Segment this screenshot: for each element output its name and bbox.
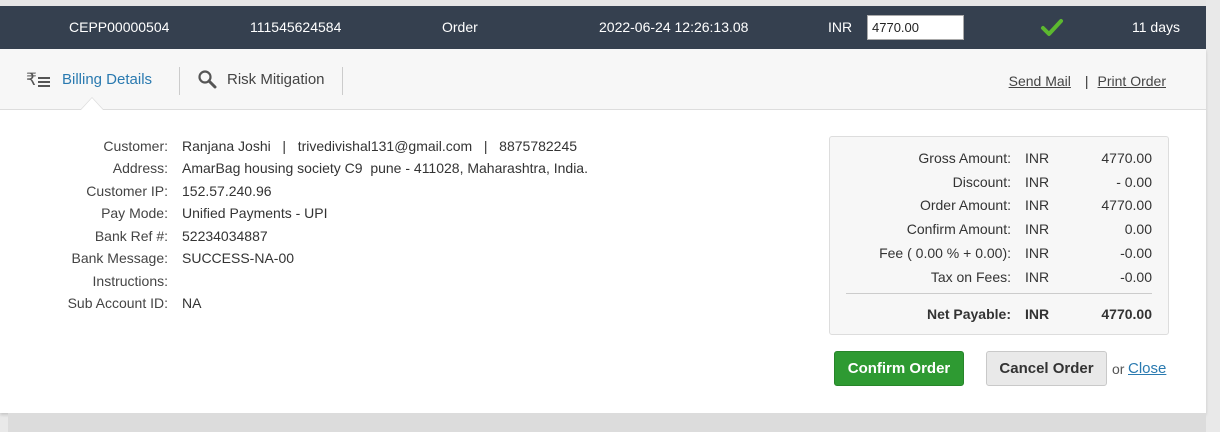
order-id: CEPP00000504 (69, 19, 170, 35)
detail-value: AmarBag housing society C9 pune - 411028… (182, 160, 588, 176)
tab-bar: ₹ Billing Details Risk Mitigation Send M… (0, 49, 1206, 110)
summary-row-tax: Tax on Fees: INR -0.00 (830, 269, 1170, 289)
links-separator: | (1084, 73, 1089, 89)
cancel-order-button[interactable]: Cancel Order (986, 351, 1107, 386)
summary-currency: INR (1025, 221, 1050, 237)
summary-value: - 0.00 (1116, 174, 1152, 190)
detail-value: 152.57.240.96 (182, 183, 272, 199)
detail-value: 52234034887 (182, 228, 268, 244)
summary-value: -0.00 (1120, 269, 1152, 285)
summary-label: Confirm Amount: (906, 221, 1011, 237)
summary-label: Gross Amount: (918, 150, 1011, 166)
summary-currency: INR (1025, 174, 1050, 190)
check-icon (1040, 18, 1064, 38)
tab-billing-label: Billing Details (62, 70, 153, 88)
detail-label: Pay Mode: (101, 205, 168, 221)
tab-divider (179, 67, 180, 95)
net-payable-currency: INR (1025, 306, 1050, 322)
summary-currency: INR (1025, 197, 1050, 213)
amount-input[interactable] (867, 15, 964, 40)
close-link[interactable]: Close (1128, 360, 1166, 377)
summary-row-gross: Gross Amount: INR 4770.00 (830, 150, 1170, 170)
detail-label: Instructions: (92, 273, 168, 289)
net-payable-value: 4770.00 (1101, 306, 1152, 322)
summary-currency: INR (1025, 269, 1050, 285)
summary-value: 4770.00 (1101, 197, 1152, 213)
order-details-panel: ₹ Billing Details Risk Mitigation Send M… (0, 49, 1206, 413)
print-order-link[interactable]: Print Order (1098, 73, 1166, 89)
summary-value: 4770.00 (1101, 150, 1152, 166)
order-datetime: 2022-06-24 12:26:13.08 (599, 19, 749, 35)
summary-row-confirm-amount: Confirm Amount: INR 0.00 (830, 221, 1170, 241)
detail-value: SUCCESS-NA-00 (182, 250, 295, 266)
detail-label: Sub Account ID: (67, 295, 168, 311)
panel-links: Send Mail | Print Order (1009, 73, 1166, 89)
next-row-edge (8, 413, 1206, 432)
order-type: Order (442, 19, 478, 35)
summary-row-net-payable: Net Payable: INR 4770.00 (830, 306, 1170, 326)
active-tab-pointer-fill (81, 98, 103, 110)
detail-label: Address: (112, 160, 168, 176)
tab-risk-mitigation[interactable]: Risk Mitigation (197, 49, 325, 109)
summary-currency: INR (1025, 245, 1050, 261)
rupee-list-icon: ₹ (26, 69, 52, 89)
send-mail-link[interactable]: Send Mail (1009, 73, 1071, 89)
detail-label: Bank Message: (71, 250, 169, 266)
summary-label: Order Amount: (919, 197, 1011, 213)
summary-row-fee: Fee ( 0.00 % + 0.00): INR -0.00 (830, 245, 1170, 265)
order-reference: 111545624584 (250, 19, 342, 35)
summary-currency: INR (1025, 150, 1050, 166)
order-currency: INR (828, 19, 853, 35)
net-payable-label: Net Payable: (926, 306, 1011, 322)
detail-value: NA (182, 295, 202, 311)
summary-label: Discount: (952, 174, 1011, 190)
order-row[interactable]: CEPP00000504 111545624584 Order 2022-06-… (0, 6, 1206, 49)
search-icon (197, 69, 217, 89)
tab-risk-label: Risk Mitigation (227, 70, 325, 88)
confirm-order-button[interactable]: Confirm Order (834, 351, 964, 386)
summary-label: Tax on Fees: (930, 269, 1011, 285)
summary-value: -0.00 (1120, 245, 1152, 261)
detail-label: Customer: (103, 138, 168, 154)
order-age: 11 days (1132, 19, 1180, 35)
summary-divider (846, 293, 1152, 294)
summary-row-order-amount: Order Amount: INR 4770.00 (830, 197, 1170, 217)
detail-value: Unified Payments - UPI (182, 205, 328, 221)
svg-text:₹: ₹ (26, 70, 37, 89)
tab-divider (342, 67, 343, 95)
detail-label: Bank Ref #: (94, 228, 168, 244)
detail-value: Ranjana Joshi | trivedivishal131@gmail.c… (182, 138, 578, 154)
detail-label: Customer IP: (86, 183, 168, 199)
amount-summary: Gross Amount: INR 4770.00 Discount: INR … (829, 136, 1169, 335)
summary-label: Fee ( 0.00 % + 0.00): (879, 245, 1011, 261)
summary-value: 0.00 (1124, 221, 1152, 237)
summary-row-discount: Discount: INR - 0.00 (830, 174, 1170, 194)
or-text: or (1112, 361, 1125, 377)
